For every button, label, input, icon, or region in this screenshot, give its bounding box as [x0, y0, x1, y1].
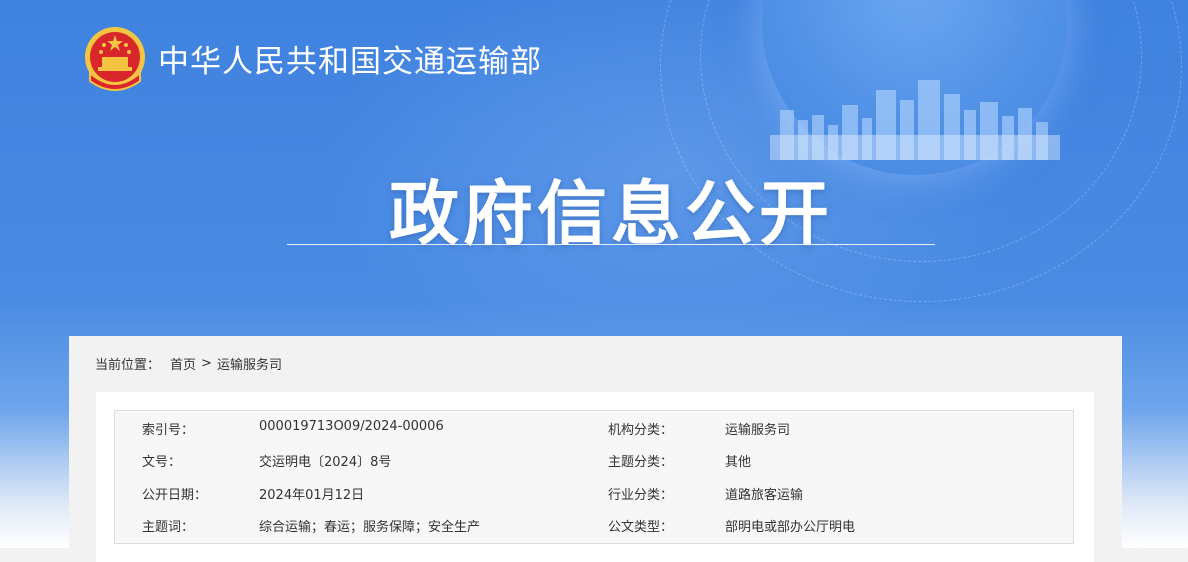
topic-category-value: 其他: [725, 455, 752, 470]
table-row: 文号： 交运明电〔2024〕8号 主题分类： 其他: [115, 443, 1073, 475]
publish-date-label: 公开日期：: [142, 488, 208, 503]
breadcrumb-home-link[interactable]: 首页: [170, 354, 196, 373]
main-content: 当前位置： 首页 > 运输服务司 索引号： 000019713O09/2024-…: [69, 336, 1122, 562]
document-panel: 索引号： 000019713O09/2024-00006 机构分类： 运输服务司…: [96, 392, 1094, 562]
document-type-label: 公文类型：: [608, 520, 674, 535]
title-underline: [287, 244, 935, 245]
breadcrumb-current-link[interactable]: 运输服务司: [217, 354, 282, 373]
document-type-value: 部明电或部办公厅明电: [725, 520, 856, 535]
document-number-label: 文号：: [142, 455, 182, 470]
table-row: 索引号： 000019713O09/2024-00006 机构分类： 运输服务司: [115, 411, 1073, 443]
table-row: 公开日期： 2024年01月12日 行业分类： 道路旅客运输: [115, 476, 1073, 508]
national-emblem-icon[interactable]: [82, 25, 148, 95]
index-number-value: 000019713O09/2024-00006: [259, 419, 444, 434]
organization-category-label: 机构分类：: [608, 423, 674, 438]
breadcrumb-label: 当前位置：: [95, 358, 161, 373]
keywords-label: 主题词：: [142, 520, 195, 535]
city-skyline-icon: [770, 80, 1060, 160]
keywords-value: 综合运输；春运；服务保障；安全生产: [259, 520, 481, 535]
document-metadata-table: 索引号： 000019713O09/2024-00006 机构分类： 运输服务司…: [114, 410, 1074, 544]
table-row: 主题词： 综合运输；春运；服务保障；安全生产 公文类型： 部明电或部办公厅明电: [115, 508, 1073, 540]
organization-category-value: 运输服务司: [725, 423, 791, 438]
breadcrumb-separator: >: [201, 356, 212, 371]
topic-category-label: 主题分类：: [608, 455, 674, 470]
breadcrumb: 当前位置： 首页 > 运输服务司: [95, 354, 282, 373]
publish-date-value: 2024年01月12日: [259, 488, 365, 503]
industry-category-value: 道路旅客运输: [725, 488, 804, 503]
industry-category-label: 行业分类：: [608, 488, 674, 503]
index-number-label: 索引号：: [142, 423, 195, 438]
document-number-value: 交运明电〔2024〕8号: [259, 455, 392, 470]
site-title[interactable]: 中华人民共和国交通运输部: [158, 36, 542, 81]
